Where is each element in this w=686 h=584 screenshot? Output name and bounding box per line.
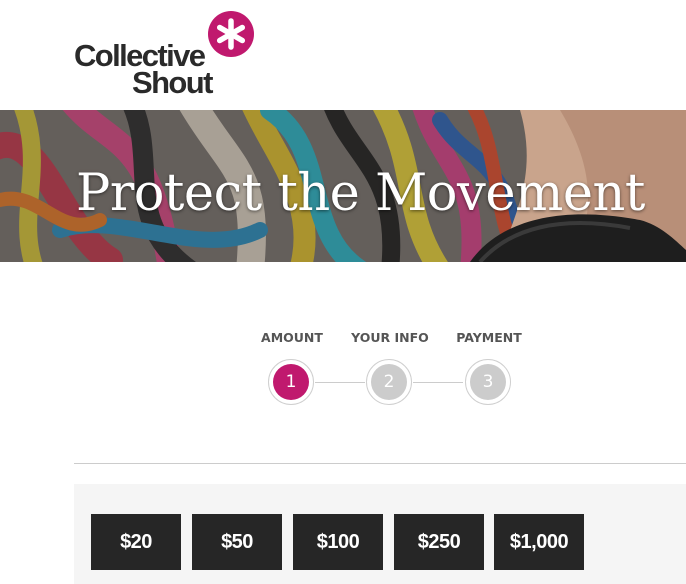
step-connector: [413, 382, 463, 383]
section-divider: [74, 463, 686, 464]
amount-selection-panel: $20 $50 $100 $250 $1,000: [74, 484, 686, 584]
amount-button-250[interactable]: $250: [394, 514, 484, 570]
donation-steps: AMOUNT YOUR INFO PAYMENT 1 2 3: [0, 320, 686, 420]
collective-shout-logo[interactable]: Collective Shout: [74, 10, 264, 102]
amount-button-20[interactable]: $20: [91, 514, 181, 570]
hero-banner: Protect the Movement: [0, 110, 686, 262]
amount-button-50[interactable]: $50: [192, 514, 282, 570]
step-number: 3: [470, 364, 506, 400]
step-3-indicator[interactable]: 3: [465, 359, 511, 405]
step-1-indicator[interactable]: 1: [268, 359, 314, 405]
amount-button-1000[interactable]: $1,000: [494, 514, 584, 570]
step-2-indicator[interactable]: 2: [366, 359, 412, 405]
step-number: 2: [371, 364, 407, 400]
amount-button-100[interactable]: $100: [293, 514, 383, 570]
step-number: 1: [273, 364, 309, 400]
step-label-payment: PAYMENT: [456, 330, 522, 345]
logo-line-2: Shout: [132, 65, 213, 100]
logo-wordmark: Collective Shout: [74, 40, 213, 100]
asterisk-logo-icon: [208, 11, 254, 57]
page-title: Protect the Movement: [76, 164, 645, 223]
step-connector: [315, 382, 365, 383]
